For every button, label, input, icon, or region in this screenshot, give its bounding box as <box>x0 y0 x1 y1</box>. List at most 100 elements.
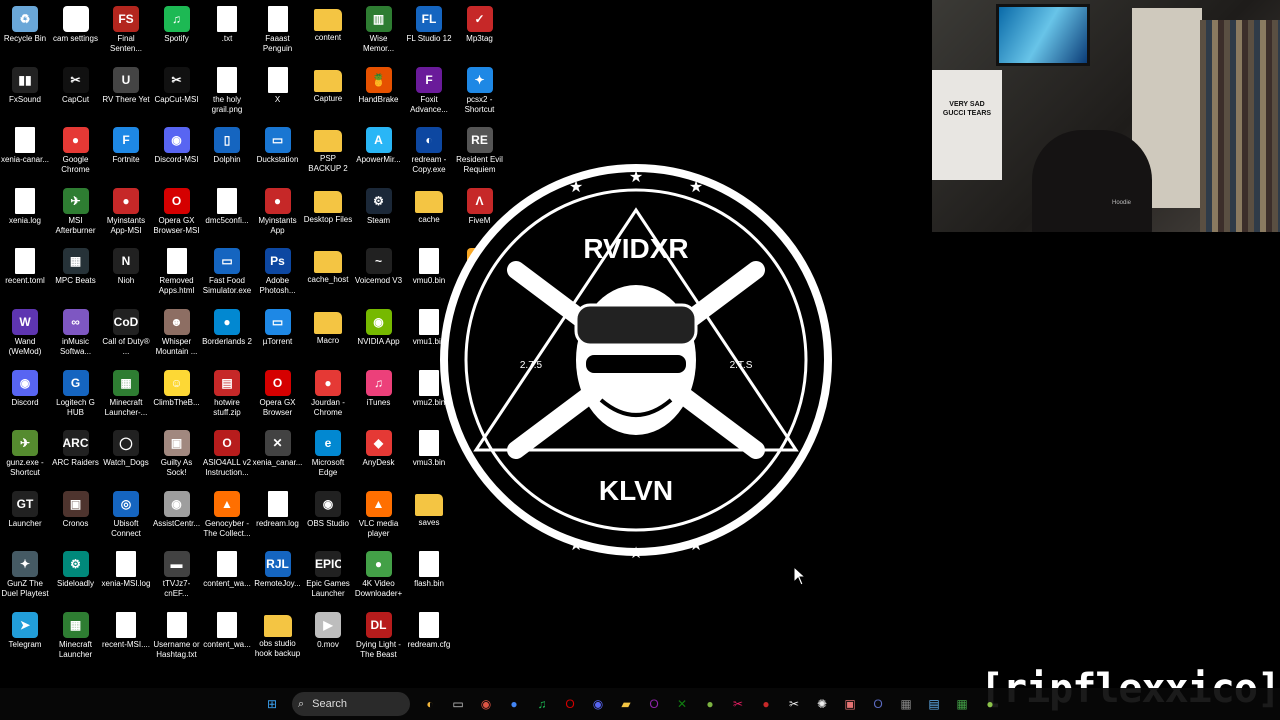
taskbar-start-button[interactable]: ⊞ <box>260 692 284 716</box>
desktop-icon-dolphin[interactable]: ▯ Dolphin <box>202 121 252 181</box>
desktop-icon-opera-gx-browser-msi[interactable]: O Opera GX Browser-MSI <box>152 182 202 242</box>
taskbar-snipping-tool-icon[interactable]: ✂ <box>726 692 750 716</box>
desktop-icon-arc-raiders[interactable]: ARC ARC Raiders <box>51 424 101 484</box>
desktop-icon-xenia-canar[interactable]: ✕ xenia_canar... <box>253 424 303 484</box>
desktop-icon-myinstants-app-msi[interactable]: ● Myinstants App-MSI <box>101 182 151 242</box>
desktop-icon-jourdan-chrome[interactable]: ● Jourdan - Chrome <box>303 364 353 424</box>
desktop-icon-mp3tag[interactable]: ✓ Mp3tag <box>455 0 505 60</box>
taskbar-widgets-icon[interactable]: ◐ <box>418 692 442 716</box>
desktop-icon-hotwire-stuff-zip[interactable]: ▤ hotwire stuff.zip <box>202 364 252 424</box>
desktop-icon-username-or-hashtag-txt[interactable]: Username or Hashtag.txt <box>152 606 202 666</box>
desktop-icon-handbrake[interactable]: 🍍 HandBrake <box>354 61 404 121</box>
desktop-icon-torrent[interactable]: ▭ µTorrent <box>253 303 303 363</box>
desktop-icon-redream-cfg[interactable]: redream.cfg <box>404 606 454 666</box>
desktop-icon-sideloadly[interactable]: ⚙ Sideloadly <box>51 545 101 605</box>
desktop-icon-recent-msi[interactable]: recent-MSI.... <box>101 606 151 666</box>
taskbar-android-icon[interactable]: ● <box>978 692 1002 716</box>
desktop-icon-duckstation[interactable]: ▭ Duckstation <box>253 121 303 181</box>
desktop-icon-mpc-beats[interactable]: ▦ MPC Beats <box>51 242 101 302</box>
desktop-icon-logitech-g-hub[interactable]: G Logitech G HUB <box>51 364 101 424</box>
taskbar-opera-gx-2-icon[interactable]: O <box>642 692 666 716</box>
taskbar-chatgpt-icon[interactable]: ✺ <box>810 692 834 716</box>
desktop-icon-redream-log[interactable]: redream.log <box>253 485 303 545</box>
desktop-icon-gunz-the-duel-playtest[interactable]: ✦ GunZ The Duel Playtest <box>0 545 50 605</box>
desktop-icon-wise-memor[interactable]: ▥ Wise Memor... <box>354 0 404 60</box>
desktop-icon-capcut[interactable]: ✂ CapCut <box>51 61 101 121</box>
desktop-icon-capture[interactable]: Capture <box>303 61 353 121</box>
desktop-icon-macro[interactable]: Macro <box>303 303 353 363</box>
desktop-icon-epic-games-launcher[interactable]: EPIC Epic Games Launcher <box>303 545 353 605</box>
desktop-icon-ubisoft-connect[interactable]: ◎ Ubisoft Connect <box>101 485 151 545</box>
desktop-icon-gunz-exe-shortcut[interactable]: ✈ gunz.exe - Shortcut <box>0 424 50 484</box>
desktop-icon-the-holy-grail-png[interactable]: the holy grail.png <box>202 61 252 121</box>
desktop-icon-asio4all-v2-instruction[interactable]: O ASIO4ALL v2 Instruction... <box>202 424 252 484</box>
desktop-icon-content[interactable]: content <box>303 0 353 60</box>
desktop-icon-call-of-duty[interactable]: CoD Call of Duty® ... <box>101 303 151 363</box>
desktop-icon-content-wa[interactable]: content_wa... <box>202 545 252 605</box>
desktop-icon-launcher[interactable]: GT Launcher <box>0 485 50 545</box>
desktop-icon-nvidia-app[interactable]: ◉ NVIDIA App <box>354 303 404 363</box>
desktop-icon-voicemod-v3[interactable]: ~ Voicemod V3 <box>354 242 404 302</box>
desktop-icon-fast-food-simulator-exe[interactable]: ▭ Fast Food Simulator.exe <box>202 242 252 302</box>
desktop-icon-recent-toml[interactable]: recent.toml <box>0 242 50 302</box>
desktop-icon-recycle-bin[interactable]: ♻ Recycle Bin <box>0 0 50 60</box>
taskbar-4k-downloader-icon[interactable]: ● <box>698 692 722 716</box>
desktop-icon-whisper-mountain[interactable]: ☻ Whisper Mountain ... <box>152 303 202 363</box>
desktop-icon-guilty-as-sock[interactable]: ▣ Guilty As Sock! <box>152 424 202 484</box>
desktop-icon-removed-apps-html[interactable]: Removed Apps.html <box>152 242 202 302</box>
desktop-icon-nioh[interactable]: N Nioh <box>101 242 151 302</box>
desktop-icon-capcut-msi[interactable]: ✂ CapCut-MSI <box>152 61 202 121</box>
desktop-icon-inmusic-softwa[interactable]: ∞ inMusic Softwa... <box>51 303 101 363</box>
desktop-icon-foxit-advance[interactable]: F Foxit Advance... <box>404 61 454 121</box>
desktop-icon-cam-settings[interactable]: ▭ cam settings <box>51 0 101 60</box>
taskbar-discord-icon[interactable]: ◉ <box>586 692 610 716</box>
desktop-icon-borderlands-2[interactable]: ● Borderlands 2 <box>202 303 252 363</box>
desktop-icon-adobe-photosh[interactable]: Ps Adobe Photosh... <box>253 242 303 302</box>
desktop-icon-0-mov[interactable]: ▶ 0.mov <box>303 606 353 666</box>
desktop-icon-myinstants-app[interactable]: ● Myinstants App <box>253 182 303 242</box>
desktop-icon-xenia-log[interactable]: xenia.log <box>0 182 50 242</box>
taskbar-xbox-icon[interactable]: ✕ <box>670 692 694 716</box>
desktop-icon-genocyber-the-collect[interactable]: ▲ Genocyber - The Collect... <box>202 485 252 545</box>
taskbar-myinstants-icon[interactable]: ● <box>754 692 778 716</box>
taskbar-calculator-icon[interactable]: ▦ <box>894 692 918 716</box>
desktop-icon-obs-studio[interactable]: ◉ OBS Studio <box>303 485 353 545</box>
desktop-icon-fl-studio-12[interactable]: FL FL Studio 12 <box>404 0 454 60</box>
taskbar-task-view-icon[interactable]: ▭ <box>446 692 470 716</box>
desktop-icon-itunes[interactable]: ♫ iTunes <box>354 364 404 424</box>
desktop-icon-opera-gx-browser[interactable]: O Opera GX Browser <box>253 364 303 424</box>
desktop-icon-fortnite[interactable]: F Fortnite <box>101 121 151 181</box>
desktop-icon-dying-light-the-beast[interactable]: DL Dying Light - The Beast <box>354 606 404 666</box>
desktop-icon-anydesk[interactable]: ◆ AnyDesk <box>354 424 404 484</box>
desktop-icon-vlc-media-player[interactable]: ▲ VLC media player <box>354 485 404 545</box>
taskbar-opera-icon[interactable]: O <box>866 692 890 716</box>
desktop-icon-xenia-msi-log[interactable]: xenia-MSI.log <box>101 545 151 605</box>
taskbar-chrome-alt-icon[interactable]: ◉ <box>474 692 498 716</box>
desktop-icon-txt[interactable]: .txt <box>202 0 252 60</box>
desktop-icon-content-wa[interactable]: content_wa... <box>202 606 252 666</box>
taskbar-capcut-icon[interactable]: ✂ <box>782 692 806 716</box>
taskbar-search-box[interactable]: ⌕ Search <box>292 692 410 716</box>
taskbar-minecraft-icon[interactable]: ▦ <box>950 692 974 716</box>
desktop-icon-spotify[interactable]: ♫ Spotify <box>152 0 202 60</box>
desktop-icon-desktop-files[interactable]: Desktop Files <box>303 182 353 242</box>
desktop-icon-steam[interactable]: ⚙ Steam <box>354 182 404 242</box>
desktop-icon-4k-video-downloader[interactable]: ● 4K Video Downloader+ <box>354 545 404 605</box>
desktop-icon-rv-there-yet[interactable]: U RV There Yet <box>101 61 151 121</box>
desktop-icon-faaast-penguin[interactable]: Faaast Penguin <box>253 0 303 60</box>
desktop-icon-wand-wemod[interactable]: W Wand (WeMod) <box>0 303 50 363</box>
desktop-icon-cache-host[interactable]: cache_host <box>303 242 353 302</box>
taskbar-spotify-icon[interactable]: ♫ <box>530 692 554 716</box>
desktop-icon-minecraft-launcher[interactable]: ▦ Minecraft Launcher <box>51 606 101 666</box>
desktop-icon-google-chrome[interactable]: ● Google Chrome <box>51 121 101 181</box>
desktop-icon-fxsound[interactable]: ▮▮ FxSound <box>0 61 50 121</box>
desktop-icon-minecraft-launcher[interactable]: ▦ Minecraft Launcher-... <box>101 364 151 424</box>
desktop-icon-xenia-canar[interactable]: xenia-canar... <box>0 121 50 181</box>
taskbar-opera-gx-icon[interactable]: O <box>558 692 582 716</box>
desktop-icon-psp-backup-2[interactable]: PSP BACKUP 2 <box>303 121 353 181</box>
desktop-icon-final-senten[interactable]: FS Final Senten... <box>101 0 151 60</box>
desktop-icon-discord[interactable]: ◉ Discord <box>0 364 50 424</box>
desktop-icon-pcsx2-shortcut[interactable]: ✦ pcsx2 - Shortcut <box>455 61 505 121</box>
desktop-icon-ttvjz7-cnef[interactable]: ▬ tTVJz7-cnEF... <box>152 545 202 605</box>
desktop-icon-assistcentr[interactable]: ◉ AssistCentr... <box>152 485 202 545</box>
